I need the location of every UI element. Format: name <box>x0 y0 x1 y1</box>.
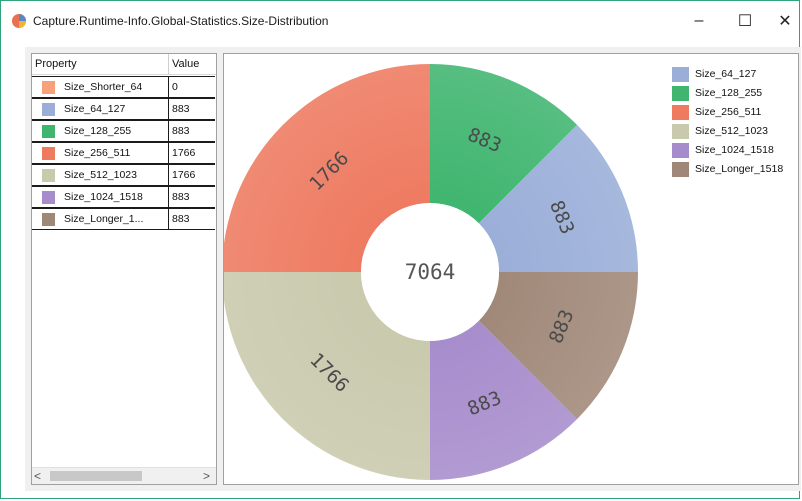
client-area: Property Value Size_Shorter_64 0 Size_64_1… <box>25 47 801 491</box>
legend-label: Size_64_127 <box>695 68 757 80</box>
donut-center-total: 7064 <box>405 260 456 284</box>
property-cell[interactable]: Size_256_511 <box>32 142 169 164</box>
app-window: Capture.Runtime-Info.Global-Statistics.S… <box>0 0 801 499</box>
grid-row[interactable]: Size_64_127 883 <box>32 98 215 120</box>
color-swatch <box>42 81 55 94</box>
maximize-button[interactable]: ☐ <box>725 7 765 35</box>
column-divider[interactable] <box>168 54 169 74</box>
color-swatch <box>42 147 55 160</box>
property-value: 883 <box>172 213 190 225</box>
grid-row[interactable]: Size_Longer_1... 883 <box>32 208 215 230</box>
grid-row[interactable]: Size_256_511 1766 <box>32 142 215 164</box>
value-cell[interactable]: 883 <box>169 208 215 230</box>
property-cell[interactable]: Size_128_255 <box>32 120 169 142</box>
scroll-left-arrow-icon[interactable]: < <box>34 469 41 483</box>
scrollbar-thumb[interactable] <box>50 471 142 481</box>
legend-label: Size_512_1023 <box>695 125 768 137</box>
legend-label: Size_128_255 <box>695 87 763 99</box>
property-value: 883 <box>172 103 190 115</box>
value-cell[interactable]: 883 <box>169 120 215 142</box>
grid-row[interactable]: Size_128_255 883 <box>32 120 215 142</box>
value-cell[interactable]: 1766 <box>169 164 215 186</box>
property-value: 1766 <box>172 169 196 181</box>
legend-swatch <box>672 143 689 158</box>
legend-label: Size_Longer_1518 <box>695 163 784 175</box>
property-name: Size_256_511 <box>64 147 131 159</box>
property-name: Size_Shorter_64 <box>64 81 143 93</box>
property-name: Size_512_1023 <box>64 169 137 181</box>
grid-row[interactable]: Size_Shorter_64 0 <box>32 76 215 98</box>
value-cell[interactable]: 0 <box>169 76 215 98</box>
value-cell[interactable]: 883 <box>169 98 215 120</box>
property-name: Size_Longer_1... <box>64 213 144 225</box>
pie-chart-icon <box>12 14 26 28</box>
property-cell[interactable]: Size_Shorter_64 <box>32 76 169 98</box>
property-grid[interactable]: Property Value Size_Shorter_64 0 Size_64_1… <box>31 53 217 485</box>
property-cell[interactable]: Size_512_1023 <box>32 164 169 186</box>
horizontal-scrollbar[interactable]: < > <box>32 467 216 484</box>
legend-swatch <box>672 86 689 101</box>
property-value: 0 <box>172 81 178 93</box>
grid-header: Property Value <box>32 54 216 75</box>
property-cell[interactable]: Size_1024_1518 <box>32 186 169 208</box>
scroll-right-arrow-icon[interactable]: > <box>203 469 210 483</box>
legend-swatch <box>672 162 689 177</box>
property-value: 883 <box>172 125 190 137</box>
close-button[interactable]: ✕ <box>769 7 801 35</box>
column-header-value[interactable]: Value <box>172 58 199 70</box>
property-cell[interactable]: Size_Longer_1... <box>32 208 169 230</box>
property-value: 883 <box>172 191 190 203</box>
color-swatch <box>42 169 55 182</box>
legend-label: Size_256_511 <box>695 106 762 118</box>
grid-row[interactable]: Size_512_1023 1766 <box>32 164 215 186</box>
chart-panel: 883 883 883 883 1766 1766 7064 Size_64_127 Size… <box>223 53 799 485</box>
window-title: Capture.Runtime-Info.Global-Statistics.S… <box>33 14 329 28</box>
color-swatch <box>42 125 55 138</box>
minimize-button[interactable]: – <box>679 7 719 35</box>
legend-swatch <box>672 124 689 139</box>
title-bar[interactable]: Capture.Runtime-Info.Global-Statistics.S… <box>1 1 799 41</box>
grid-row[interactable]: Size_1024_1518 883 <box>32 186 215 208</box>
property-cell[interactable]: Size_64_127 <box>32 98 169 120</box>
color-swatch <box>42 191 55 204</box>
property-value: 1766 <box>172 147 196 159</box>
donut-chart: 883883883883176617667064 <box>224 64 638 480</box>
property-name: Size_128_255 <box>64 125 132 137</box>
color-swatch <box>42 103 55 116</box>
legend-swatch <box>672 105 689 120</box>
legend-label: Size_1024_1518 <box>695 144 774 156</box>
color-swatch <box>42 213 55 226</box>
column-header-property[interactable]: Property <box>35 58 77 70</box>
property-name: Size_1024_1518 <box>64 191 143 203</box>
value-cell[interactable]: 1766 <box>169 142 215 164</box>
legend-swatch <box>672 67 689 82</box>
value-cell[interactable]: 883 <box>169 186 215 208</box>
property-name: Size_64_127 <box>64 103 126 115</box>
